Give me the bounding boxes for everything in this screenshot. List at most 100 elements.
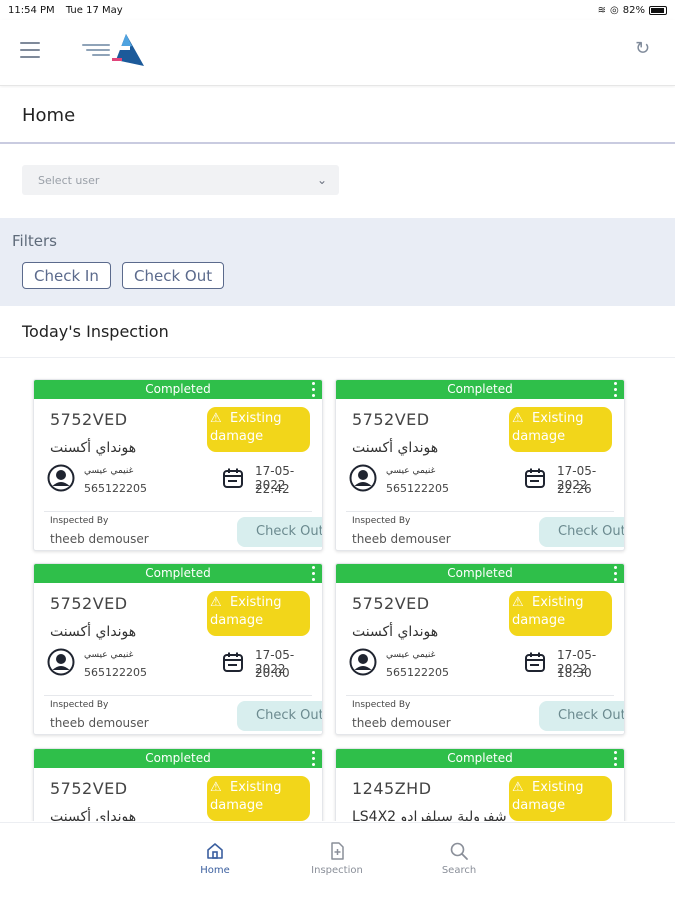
nav-label-search: Search bbox=[441, 865, 477, 876]
battery-icon bbox=[649, 5, 667, 15]
nav-item-home[interactable]: Home bbox=[175, 841, 255, 876]
inspection-card[interactable]: Completed 5752VED ⚠ Existing damage هوندا… bbox=[335, 563, 625, 735]
calendar-icon bbox=[223, 652, 243, 672]
inspected-by-label: Inspected By bbox=[352, 700, 411, 710]
warning-icon: ⚠ bbox=[210, 780, 222, 795]
document-icon bbox=[331, 842, 344, 860]
card-status-label: Completed bbox=[145, 751, 211, 765]
menu-icon[interactable] bbox=[20, 42, 40, 58]
customer-name: غنيمي عيسي bbox=[386, 650, 436, 660]
inspection-time: 18:30 bbox=[557, 666, 592, 680]
select-user-dropdown[interactable]: Select user ⌄ bbox=[22, 165, 339, 195]
customer-name: غنيمي عيسي bbox=[84, 466, 134, 476]
card-divider bbox=[44, 511, 312, 512]
card-status-bar: Completed bbox=[336, 749, 624, 768]
refresh-icon[interactable]: ↻ bbox=[635, 40, 653, 58]
card-plate: 5752VED bbox=[352, 594, 430, 613]
filters-label: Filters bbox=[12, 232, 57, 250]
filters-panel: Filters Check In Check Out bbox=[0, 218, 675, 306]
card-plate: 1245ZHD bbox=[352, 779, 432, 798]
card-model: هونداي أكسنت bbox=[50, 624, 137, 640]
calendar-icon bbox=[223, 468, 243, 488]
card-model: LS4X2 شفرولية سيلفرادو bbox=[352, 809, 507, 821]
nav-item-search[interactable]: Search bbox=[419, 841, 499, 876]
nav-item-inspection[interactable]: Inspection bbox=[297, 841, 377, 876]
status-left: 11:54 PM Tue 17 May bbox=[8, 5, 131, 16]
page-header: Home bbox=[0, 88, 675, 144]
company-logo bbox=[82, 34, 144, 66]
more-vertical-icon[interactable] bbox=[310, 751, 316, 766]
filter-check-in-button[interactable]: Check In bbox=[22, 262, 111, 289]
warning-icon: ⚠ bbox=[512, 780, 524, 795]
card-model: هونداي أكسنت bbox=[50, 440, 137, 456]
inspection-card[interactable]: Completed 1245ZHD ⚠ Existing damage LS4X2… bbox=[335, 748, 625, 821]
card-divider bbox=[44, 695, 312, 696]
user-avatar-icon bbox=[349, 648, 377, 676]
lock-rotation-icon: ◎ bbox=[610, 4, 619, 16]
calendar-icon bbox=[525, 652, 545, 672]
inspected-by-label: Inspected By bbox=[50, 700, 109, 710]
battery-percent: 82% bbox=[622, 4, 645, 16]
more-vertical-icon[interactable] bbox=[310, 566, 316, 581]
damage-badge: ⚠ Existing damage bbox=[207, 591, 310, 636]
inspection-card[interactable]: Completed 5752VED ⚠ Existing damage هوندا… bbox=[33, 748, 323, 821]
inspection-time: 22:42 bbox=[255, 482, 290, 496]
card-model: هونداي أكسنت bbox=[50, 809, 137, 821]
card-plate: 5752VED bbox=[50, 779, 128, 798]
warning-icon: ⚠ bbox=[512, 595, 524, 610]
inspector-name: theeb demouser bbox=[50, 532, 149, 546]
page-title: Home bbox=[22, 105, 76, 126]
card-divider bbox=[346, 695, 614, 696]
card-status-bar: Completed bbox=[336, 564, 624, 583]
damage-badge: ⚠ Existing damage bbox=[509, 776, 612, 821]
card-status-label: Completed bbox=[145, 382, 211, 396]
customer-phone: 565122205 bbox=[386, 666, 449, 679]
check-out-button[interactable]: Check Out bbox=[237, 517, 322, 547]
wifi-icon: ≋ bbox=[597, 4, 607, 16]
filter-check-out-button[interactable]: Check Out bbox=[122, 262, 225, 289]
check-out-button[interactable]: Check Out bbox=[237, 701, 322, 731]
inspection-time: 22:26 bbox=[557, 482, 592, 496]
more-vertical-icon[interactable] bbox=[310, 382, 316, 397]
warning-icon: ⚠ bbox=[210, 411, 222, 426]
customer-name: غنيمي عيسي bbox=[84, 650, 134, 660]
damage-badge: ⚠ Existing damage bbox=[207, 407, 310, 452]
card-model: هونداي أكسنت bbox=[352, 624, 439, 640]
card-status-label: Completed bbox=[447, 566, 513, 580]
card-status-bar: Completed bbox=[34, 380, 322, 399]
inspection-card[interactable]: Completed 5752VED ⚠ Existing damage هوندا… bbox=[33, 379, 323, 551]
user-avatar-icon bbox=[47, 464, 75, 492]
check-out-button[interactable]: Check Out bbox=[539, 517, 624, 547]
card-status-bar: Completed bbox=[336, 380, 624, 399]
inspection-card[interactable]: Completed 5752VED ⚠ Existing damage هوندا… bbox=[33, 563, 323, 735]
customer-phone: 565122205 bbox=[84, 666, 147, 679]
inspected-by-label: Inspected By bbox=[352, 516, 411, 526]
chevron-down-icon: ⌄ bbox=[316, 173, 327, 187]
customer-name: غنيمي عيسي bbox=[386, 466, 436, 476]
status-time: 11:54 PM bbox=[8, 4, 55, 16]
card-status-bar: Completed bbox=[34, 564, 322, 583]
select-user-placeholder: Select user bbox=[38, 173, 100, 187]
card-plate: 5752VED bbox=[352, 410, 430, 429]
inspector-name: theeb demouser bbox=[50, 716, 149, 730]
nav-label-home: Home bbox=[200, 865, 230, 876]
card-status-label: Completed bbox=[447, 382, 513, 396]
search-icon bbox=[450, 842, 468, 860]
inspector-name: theeb demouser bbox=[352, 532, 451, 546]
more-vertical-icon[interactable] bbox=[612, 566, 618, 581]
status-right: ≋ ◎ 82% bbox=[598, 5, 667, 16]
customer-phone: 565122205 bbox=[386, 482, 449, 495]
card-status-label: Completed bbox=[447, 751, 513, 765]
customer-phone: 565122205 bbox=[84, 482, 147, 495]
more-vertical-icon[interactable] bbox=[612, 382, 618, 397]
card-divider bbox=[346, 511, 614, 512]
app-bar: ↻ bbox=[0, 20, 675, 86]
inspection-card[interactable]: Completed 5752VED ⚠ Existing damage هوندا… bbox=[335, 379, 625, 551]
status-bar: 11:54 PM Tue 17 May ≋ ◎ 82% bbox=[0, 0, 675, 20]
more-vertical-icon[interactable] bbox=[612, 751, 618, 766]
warning-icon: ⚠ bbox=[210, 595, 222, 610]
card-status-label: Completed bbox=[145, 566, 211, 580]
check-out-button[interactable]: Check Out bbox=[539, 701, 624, 731]
warning-icon: ⚠ bbox=[512, 411, 524, 426]
home-icon bbox=[207, 843, 223, 859]
